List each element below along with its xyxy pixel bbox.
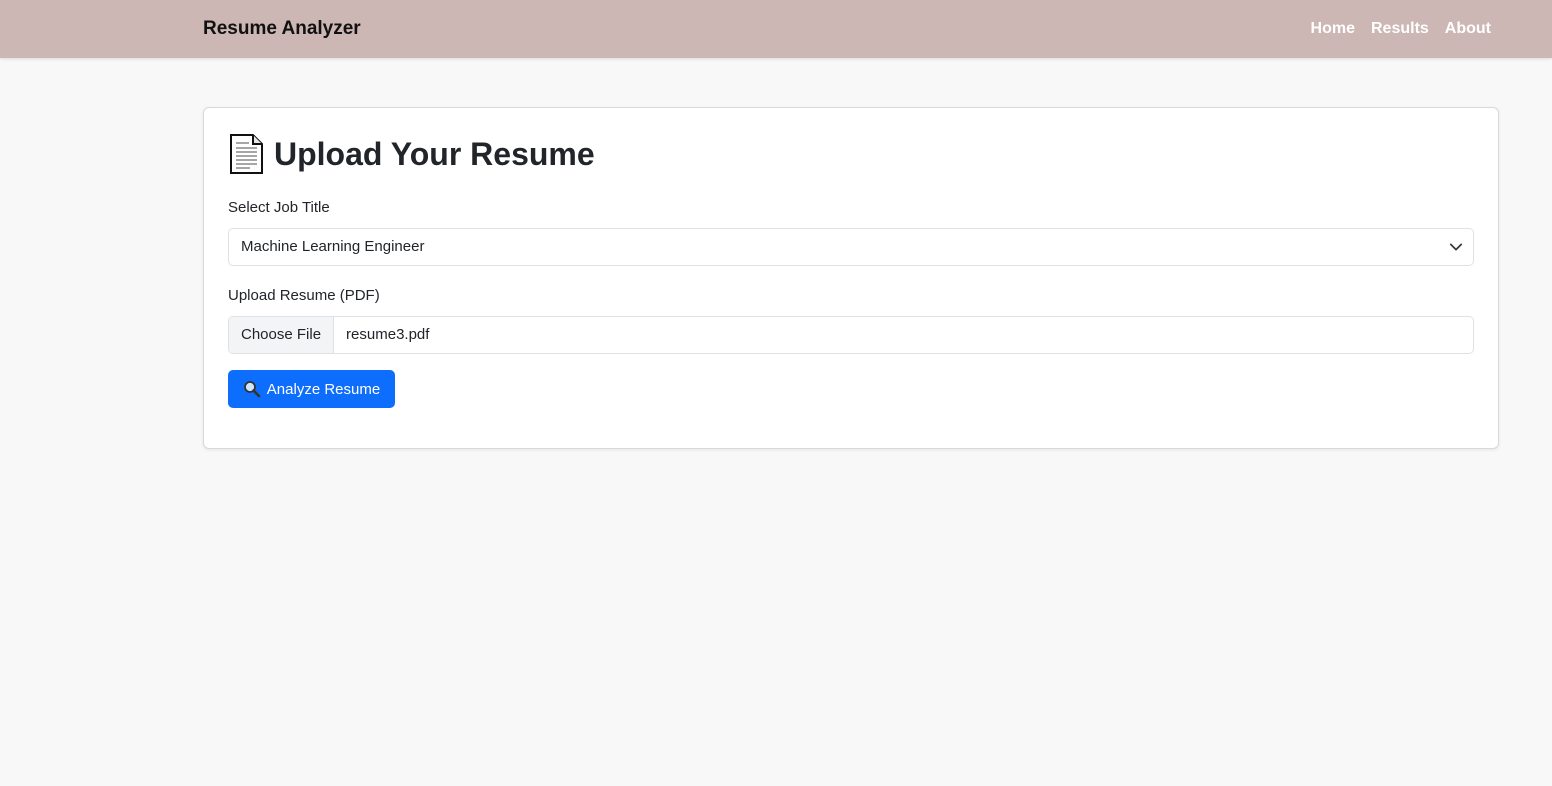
upload-resume-label: Upload Resume (PDF): [228, 287, 380, 304]
file-name-text: resume3.pdf: [346, 326, 430, 343]
nav-links: Home Results About: [1311, 0, 1491, 58]
page-title: Upload Your Resume: [228, 134, 595, 174]
analyze-resume-button[interactable]: Analyze Resume: [228, 370, 395, 408]
nav-results-link[interactable]: Results: [1371, 20, 1429, 38]
job-title-label: Select Job Title: [228, 199, 330, 216]
document-icon: [228, 134, 264, 174]
job-title-selected-value: Machine Learning Engineer: [241, 238, 425, 255]
nav-about-link[interactable]: About: [1445, 20, 1491, 38]
chevron-down-icon: [1449, 243, 1463, 251]
brand-link[interactable]: Resume Analyzer: [203, 0, 361, 58]
choose-file-button[interactable]: Choose File: [229, 317, 335, 353]
nav-home-link[interactable]: Home: [1311, 20, 1355, 38]
job-title-select[interactable]: Machine Learning Engineer: [228, 228, 1474, 266]
resume-file-input[interactable]: Choose File resume3.pdf: [228, 316, 1474, 354]
navbar: Resume Analyzer Home Results About: [0, 0, 1552, 58]
page-title-text: Upload Your Resume: [274, 135, 595, 172]
upload-card: Upload Your Resume Select Job Title Mach…: [203, 107, 1499, 449]
magnifier-icon: [243, 381, 261, 398]
analyze-resume-label: Analyze Resume: [266, 380, 381, 398]
